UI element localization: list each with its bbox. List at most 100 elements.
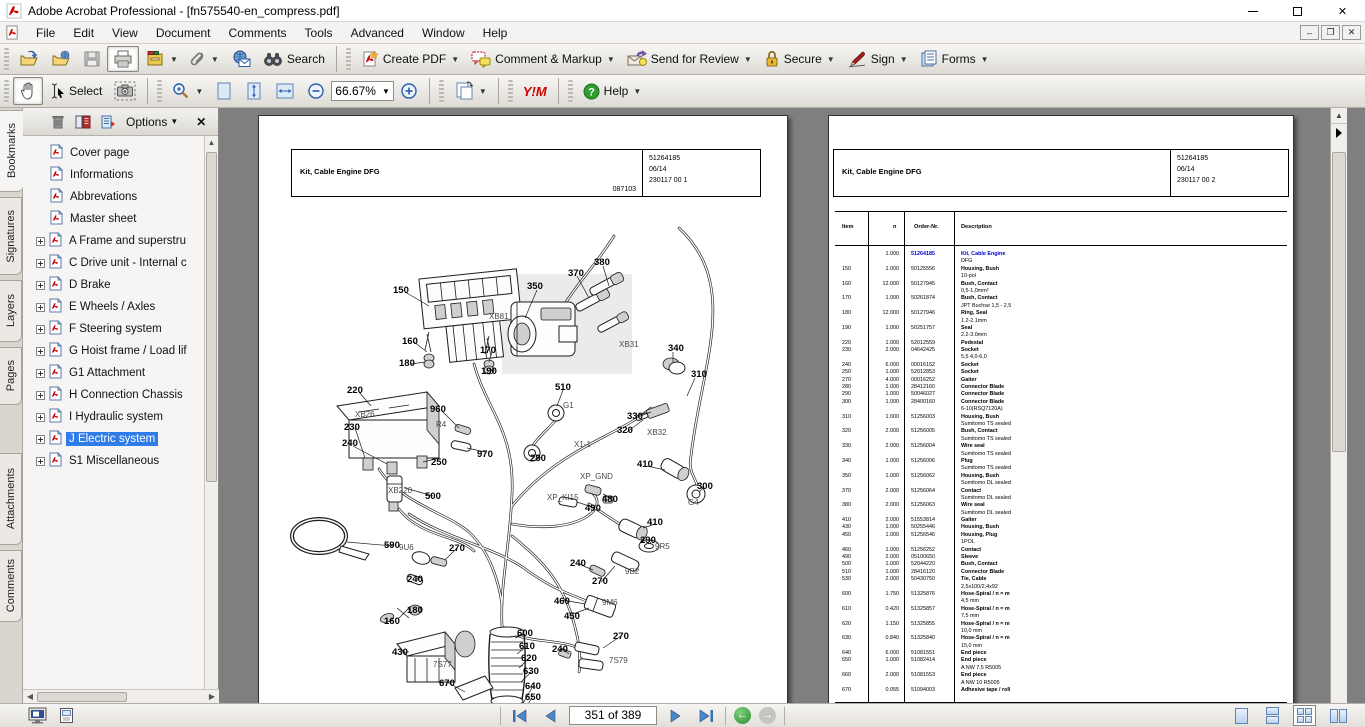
bookmark-label[interactable]: Master sheet bbox=[67, 212, 139, 226]
organizer-button[interactable]: ▼ bbox=[139, 46, 184, 72]
bookmarks-vertical-scrollbar[interactable]: ▲ bbox=[204, 136, 218, 689]
menu-document[interactable]: Document bbox=[147, 23, 220, 43]
tab-bookmarks[interactable]: Bookmarks bbox=[0, 110, 23, 192]
next-page-button[interactable] bbox=[665, 706, 687, 726]
open-web-button[interactable] bbox=[45, 46, 77, 72]
first-page-button[interactable] bbox=[509, 706, 531, 726]
toolbar-grip[interactable] bbox=[4, 80, 9, 102]
toolbar-grip[interactable] bbox=[439, 80, 444, 102]
previous-view-button[interactable]: ← bbox=[734, 707, 751, 724]
expand-plus-icon[interactable] bbox=[36, 303, 45, 312]
article-marker-icon[interactable] bbox=[1336, 128, 1342, 138]
bookmark-item[interactable]: A Frame and superstru bbox=[23, 230, 205, 252]
page-number-field[interactable]: 351 of 389 bbox=[569, 706, 657, 725]
zoom-out-button[interactable] bbox=[301, 78, 331, 104]
bookmark-item[interactable]: F Steering system bbox=[23, 318, 205, 340]
save-button[interactable] bbox=[77, 46, 107, 72]
bookmark-label[interactable]: C Drive unit - Internal c bbox=[66, 256, 190, 270]
menu-advanced[interactable]: Advanced bbox=[342, 23, 413, 43]
bookmark-label[interactable]: F Steering system bbox=[66, 322, 165, 336]
select-tool-button[interactable]: Select bbox=[43, 78, 108, 104]
bookmarks-horizontal-scrollbar[interactable]: ◀ ▶ bbox=[23, 689, 219, 703]
open-button[interactable] bbox=[13, 46, 45, 72]
scroll-up-arrow[interactable]: ▲ bbox=[1331, 108, 1347, 124]
hand-tool-button[interactable] bbox=[13, 77, 43, 105]
bookmark-label[interactable]: Informations bbox=[67, 168, 136, 182]
menu-view[interactable]: View bbox=[103, 23, 147, 43]
tab-pages[interactable]: Pages bbox=[0, 347, 22, 405]
document-vertical-scrollbar[interactable]: ▲ bbox=[1330, 108, 1347, 703]
zoom-tool-button[interactable]: ▼ bbox=[166, 78, 209, 104]
print-button[interactable] bbox=[107, 46, 139, 72]
expand-plus-icon[interactable] bbox=[36, 325, 45, 334]
tab-comments[interactable]: Comments bbox=[0, 550, 22, 622]
bookmark-item[interactable]: H Connection Chassis bbox=[23, 384, 205, 406]
toolbar-grip[interactable] bbox=[157, 80, 162, 102]
menu-tools[interactable]: Tools bbox=[296, 23, 342, 43]
toolbar-grip[interactable] bbox=[346, 48, 351, 70]
bookmark-label[interactable]: Abbrevations bbox=[67, 190, 140, 204]
toolbar-grip[interactable] bbox=[4, 48, 9, 70]
expand-current-bookmark-icon[interactable] bbox=[75, 115, 91, 129]
mdi-close-button[interactable]: ✕ bbox=[1342, 25, 1361, 40]
expand-plus-icon[interactable] bbox=[36, 347, 45, 356]
menu-comments[interactable]: Comments bbox=[220, 23, 296, 43]
zoom-level-combobox[interactable]: 66.67% ▼ bbox=[331, 81, 394, 101]
bookmark-item[interactable]: Cover page bbox=[23, 142, 205, 164]
scrollbar-thumb[interactable] bbox=[37, 692, 127, 702]
next-view-button[interactable]: → bbox=[759, 707, 776, 724]
expand-plus-icon[interactable] bbox=[36, 369, 45, 378]
toolbar-grip[interactable] bbox=[568, 80, 573, 102]
tab-attachments[interactable]: Attachments bbox=[0, 453, 22, 545]
bookmark-item[interactable]: G Hoist frame / Load lif bbox=[23, 340, 205, 362]
scroll-left-arrow[interactable]: ◀ bbox=[23, 692, 37, 701]
search-button[interactable]: Search bbox=[257, 47, 331, 71]
minimize-button[interactable] bbox=[1230, 0, 1275, 22]
options-menu-button[interactable]: Options▼ bbox=[126, 115, 178, 129]
facing-button[interactable] bbox=[1326, 706, 1351, 726]
secure-button[interactable]: Secure ▼ bbox=[758, 46, 841, 72]
new-bookmark-icon[interactable] bbox=[101, 115, 116, 129]
bookmark-label[interactable]: J Electric system bbox=[66, 432, 158, 446]
expand-plus-icon[interactable] bbox=[36, 391, 45, 400]
bookmark-label[interactable]: H Connection Chassis bbox=[66, 388, 186, 402]
expand-plus-icon[interactable] bbox=[36, 237, 45, 246]
last-page-button[interactable] bbox=[695, 706, 717, 726]
bookmark-label[interactable]: G1 Attachment bbox=[66, 366, 148, 380]
bookmark-item[interactable]: D Brake bbox=[23, 274, 205, 296]
bookmark-label[interactable]: I Hydraulic system bbox=[66, 410, 166, 424]
bookmark-item[interactable]: Master sheet bbox=[23, 208, 205, 230]
bookmark-label[interactable]: Cover page bbox=[67, 146, 132, 160]
bookmark-item[interactable]: S1 Miscellaneous bbox=[23, 450, 205, 472]
reading-mode-icon[interactable] bbox=[28, 707, 47, 724]
maximize-button[interactable] bbox=[1275, 0, 1320, 22]
snapshot-tool-button[interactable] bbox=[108, 77, 142, 105]
sign-button[interactable]: Sign ▼ bbox=[841, 46, 914, 72]
send-for-review-button[interactable]: Send for Review ▼ bbox=[621, 46, 758, 72]
bookmark-label[interactable]: S1 Miscellaneous bbox=[66, 454, 162, 468]
expand-plus-icon[interactable] bbox=[36, 281, 45, 290]
tab-signatures[interactable]: Signatures bbox=[0, 197, 22, 275]
scrollbar-thumb[interactable] bbox=[1332, 152, 1346, 452]
single-page-button[interactable] bbox=[1231, 705, 1252, 727]
bookmark-item[interactable]: Informations bbox=[23, 164, 205, 186]
yahoo-search-button[interactable]: Y!M bbox=[517, 80, 553, 103]
menu-edit[interactable]: Edit bbox=[64, 23, 103, 43]
expand-plus-icon[interactable] bbox=[36, 435, 45, 444]
previous-page-button[interactable] bbox=[539, 706, 561, 726]
tab-layers[interactable]: Layers bbox=[0, 280, 22, 342]
bookmark-item[interactable]: G1 Attachment bbox=[23, 362, 205, 384]
attach-button[interactable]: ▼ bbox=[184, 46, 225, 72]
menu-file[interactable]: File bbox=[27, 23, 64, 43]
mdi-restore-button[interactable]: ❐ bbox=[1321, 25, 1340, 40]
continuous-facing-button[interactable] bbox=[1293, 705, 1316, 726]
panel-close-button[interactable]: ✕ bbox=[196, 115, 206, 129]
fit-width-button[interactable] bbox=[269, 77, 301, 105]
bookmark-label[interactable]: E Wheels / Axles bbox=[66, 300, 158, 314]
fit-page-button[interactable] bbox=[209, 77, 239, 105]
mdi-minimize-button[interactable]: – bbox=[1300, 25, 1319, 40]
bookmark-item[interactable]: E Wheels / Axles bbox=[23, 296, 205, 318]
zoom-in-button[interactable] bbox=[394, 78, 424, 104]
close-button[interactable]: ✕ bbox=[1320, 0, 1365, 22]
toolbar-grip[interactable] bbox=[508, 80, 513, 102]
